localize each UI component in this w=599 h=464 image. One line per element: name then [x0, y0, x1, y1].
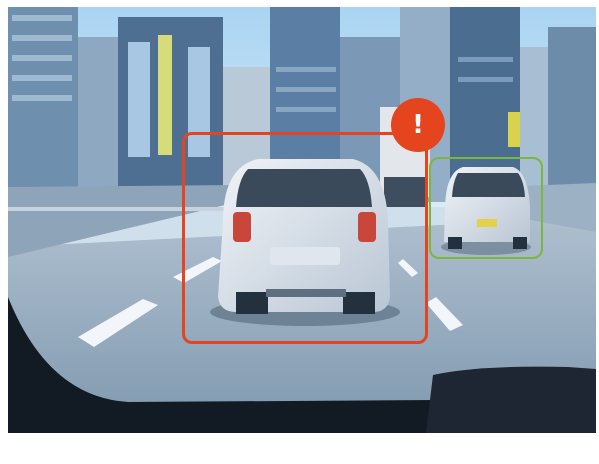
vehicle-detection-box: [429, 157, 543, 259]
exclamation-icon: !: [391, 98, 445, 152]
dashcam-image-frame: [8, 7, 596, 433]
lead-vehicle-warning-box: [182, 132, 428, 344]
